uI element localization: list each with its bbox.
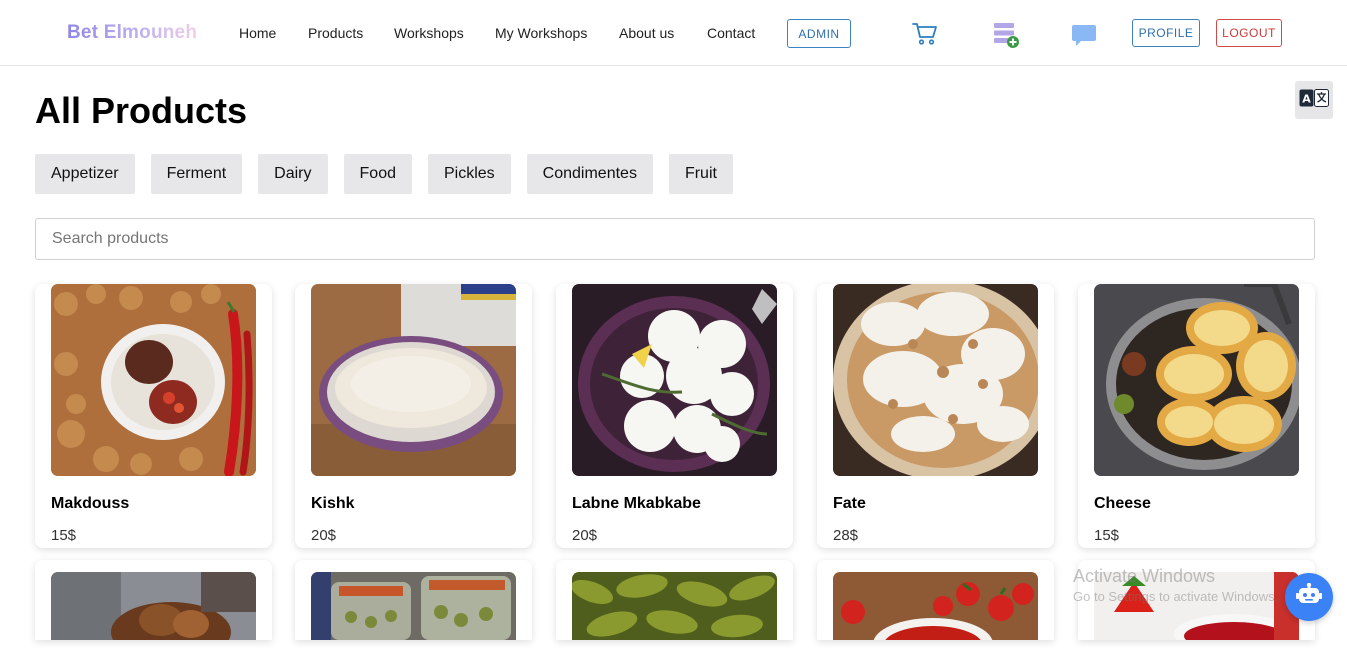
product-image [311,572,516,652]
chatbot-icon [1296,582,1322,612]
product-price: 20$ [311,527,337,544]
translate-icon: A [1299,88,1329,112]
watermark-subtitle: Go to Settings to activate Windows. [1073,589,1279,604]
nav-link-products[interactable]: Products [308,25,363,41]
product-price: 15$ [1094,527,1120,544]
product-image [572,572,777,652]
product-card-kishk[interactable]: Kishk 20$ [295,284,532,548]
product-image-makdouss [51,284,256,476]
product-price: 20$ [572,527,598,544]
top-navbar: Bet Elmouneh Home Products Workshops My … [0,0,1347,66]
nav-link-about[interactable]: About us [619,25,674,41]
search-input[interactable] [35,218,1315,260]
product-price: 15$ [51,527,77,544]
category-condimentes[interactable]: Condimentes [526,154,653,194]
product-image-fate [833,284,1038,476]
product-image-kishk [311,284,516,476]
product-card[interactable] [295,560,532,640]
product-card-makdouss[interactable]: Makdouss 15$ [35,284,272,548]
product-image-cheese [1094,284,1299,476]
product-name: Labne Mkabkabe [572,495,701,512]
translate-button[interactable]: A [1295,81,1333,119]
chat-bubble-icon[interactable] [1071,24,1097,53]
logout-button[interactable]: LOGOUT [1216,19,1282,47]
category-ferment[interactable]: Ferment [150,154,243,194]
product-card[interactable] [35,560,272,652]
category-filter-bar: Appetizer Ferment Dairy Food Pickles Con… [35,154,733,194]
chatbot-button[interactable] [1285,573,1333,621]
product-image [51,572,256,652]
product-name: Makdouss [51,495,130,512]
category-dairy[interactable]: Dairy [258,154,328,194]
product-name: Cheese [1094,495,1151,512]
category-appetizer[interactable]: Appetizer [35,154,135,194]
product-image [833,572,1038,652]
cart-icon[interactable] [912,22,938,51]
category-pickles[interactable]: Pickles [427,154,511,194]
nav-link-contact[interactable]: Contact [707,25,755,41]
product-card-fate[interactable]: Fate 28$ [817,284,1054,548]
add-list-icon[interactable] [993,22,1021,55]
nav-link-my-workshops[interactable]: My Workshops [495,25,587,41]
category-fruit[interactable]: Fruit [668,154,733,194]
product-card-labne-mkabkabe[interactable]: Labne Mkabkabe 20$ [556,284,793,548]
os-activation-watermark: Activate Windows Go to Settings to activ… [1073,566,1278,604]
category-food[interactable]: Food [343,154,412,194]
product-card-cheese[interactable]: Cheese 15$ [1078,284,1315,548]
svg-text:A: A [1302,92,1311,105]
watermark-title: Activate Windows [1073,566,1216,586]
product-name: Kishk [311,495,355,512]
admin-button[interactable]: ADMIN [787,19,851,48]
product-image-labne-mkabkabe [572,284,777,476]
product-card[interactable] [556,560,793,640]
brand-logo[interactable]: Bet Elmouneh [67,22,197,44]
profile-button[interactable]: PROFILE [1132,19,1200,47]
product-card[interactable] [817,560,1054,652]
product-price: 28$ [833,527,859,544]
product-name: Fate [833,495,866,512]
nav-link-home[interactable]: Home [239,25,276,41]
page-title: All Products [35,90,248,131]
nav-link-workshops[interactable]: Workshops [394,25,464,41]
